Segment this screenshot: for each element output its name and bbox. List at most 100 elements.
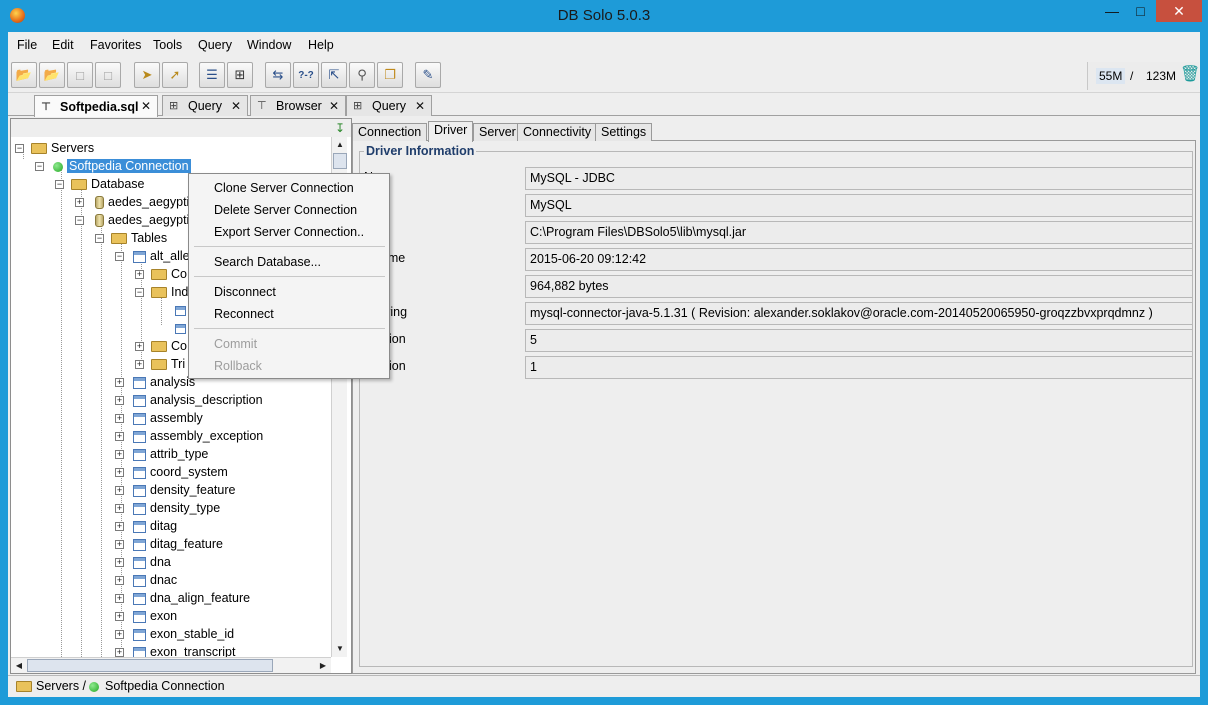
tree-node-connection[interactable]: − Softpedia Connection [35, 157, 191, 175]
new-connection-button[interactable]: ➤ [134, 62, 160, 88]
tab-server[interactable]: Server [473, 123, 522, 141]
menu-item-disconnect[interactable]: Disconnect [214, 282, 276, 302]
tree-node-table[interactable]: + ditag_feature [115, 535, 223, 553]
close-tab-icon[interactable]: ✕ [141, 99, 151, 113]
menu-tools[interactable]: Tools [153, 38, 182, 52]
menu-file[interactable]: File [17, 38, 37, 52]
menu-item-reconnect[interactable]: Reconnect [214, 304, 274, 324]
edit-connection-button[interactable]: ➚ [162, 62, 188, 88]
tab-connectivity[interactable]: Connectivity [517, 123, 598, 141]
expand-icon[interactable]: + [115, 612, 124, 621]
scroll-right-arrow-icon[interactable]: ▶ [315, 658, 331, 674]
collapse-icon[interactable]: − [95, 234, 104, 243]
tab-browser[interactable]: ⊤ Browser ✕ [250, 95, 346, 116]
garbage-collect-icon[interactable]: 🗑 [1180, 66, 1200, 84]
close-tab-icon[interactable]: ✕ [329, 99, 339, 113]
expand-icon[interactable]: + [115, 468, 124, 477]
expand-icon[interactable]: + [115, 648, 124, 657]
tree-node-table[interactable]: + dnac [115, 571, 177, 589]
expand-icon[interactable]: + [75, 198, 84, 207]
tree-node-table[interactable]: + exon_stable_id [115, 625, 234, 643]
close-tab-icon[interactable]: ✕ [415, 99, 425, 113]
collapse-icon[interactable]: − [55, 180, 64, 189]
expand-icon[interactable]: + [115, 432, 124, 441]
tree-node-schema[interactable]: + aedes_aegypti [75, 193, 189, 211]
tree-node-table[interactable]: + ditag [115, 517, 177, 535]
table-grid-button[interactable]: ⊞ [227, 62, 253, 88]
tree-node-table[interactable]: + assembly [115, 409, 203, 427]
sql-button[interactable]: ✎ [415, 62, 441, 88]
expand-icon[interactable]: + [115, 486, 124, 495]
scroll-left-arrow-icon[interactable]: ◀ [11, 658, 27, 674]
collapse-all-icon[interactable]: ↧ [335, 121, 345, 135]
menu-window[interactable]: Window [247, 38, 291, 52]
expand-icon[interactable]: + [115, 522, 124, 531]
tab-settings[interactable]: Settings [595, 123, 653, 141]
menu-item-clone-connection[interactable]: Clone Server Connection [214, 178, 354, 198]
minimize-button[interactable]: — [1097, 0, 1127, 22]
connect-button[interactable]: ⇱ [321, 62, 347, 88]
tab-driver[interactable]: Driver [428, 121, 474, 142]
menu-help[interactable]: Help [308, 38, 334, 52]
tree-node-table[interactable]: + dna_align_feature [115, 589, 250, 607]
search-button[interactable]: ⚲ [349, 62, 375, 88]
menu-favorites[interactable]: Favorites [90, 38, 141, 52]
copy-button[interactable]: ❐ [377, 62, 403, 88]
status-path-root[interactable]: Servers / [36, 679, 86, 693]
expand-icon[interactable]: + [115, 378, 124, 387]
tree-node-table[interactable]: + assembly_exception [115, 427, 263, 445]
scroll-down-arrow-icon[interactable]: ▼ [332, 641, 348, 657]
tree-node-table[interactable]: + exon [115, 607, 177, 625]
close-tab-icon[interactable]: ✕ [231, 99, 241, 113]
menu-item-delete-connection[interactable]: Delete Server Connection [214, 200, 357, 220]
tree-node-columns[interactable]: + Co [135, 265, 187, 283]
tree-button[interactable]: ☰ [199, 62, 225, 88]
expand-icon[interactable]: + [115, 450, 124, 459]
menu-item-export-connection[interactable]: Export Server Connection.. [214, 222, 364, 242]
expand-icon[interactable]: + [135, 360, 144, 369]
tree-node-table[interactable]: + density_feature [115, 481, 235, 499]
expand-icon[interactable]: + [115, 396, 124, 405]
expand-icon[interactable]: + [115, 630, 124, 639]
tab-connection[interactable]: Connection [352, 123, 428, 141]
menu-edit[interactable]: Edit [52, 38, 74, 52]
tab-query-2[interactable]: ⊞ Query ✕ [346, 95, 432, 116]
collapse-icon[interactable]: − [115, 252, 124, 261]
tree-horizontal-scrollbar[interactable]: ◀ ▶ [11, 657, 331, 673]
expand-icon[interactable]: + [115, 540, 124, 549]
tree-node-table[interactable]: + density_type [115, 499, 220, 517]
expand-icon[interactable]: + [115, 576, 124, 585]
status-connection[interactable]: Softpedia Connection [105, 679, 225, 693]
collapse-icon[interactable]: − [15, 144, 24, 153]
scroll-up-arrow-icon[interactable]: ▲ [332, 137, 348, 153]
expand-icon[interactable]: + [115, 504, 124, 513]
compare-button[interactable]: ⇆ [265, 62, 291, 88]
tab-softpedia-sql[interactable]: ⊤ Softpedia.sql ✕ [34, 95, 158, 117]
tree-node-table[interactable]: + exon_transcript [115, 643, 235, 657]
tree-node-table[interactable]: + coord_system [115, 463, 228, 481]
expand-icon[interactable]: + [135, 342, 144, 351]
save-button[interactable]: □ [67, 62, 93, 88]
save-all-button[interactable]: □ [95, 62, 121, 88]
expand-icon[interactable]: + [115, 558, 124, 567]
tab-query-1[interactable]: ⊞ Query ✕ [162, 95, 248, 116]
tree-node-indexes[interactable]: − Ind [135, 283, 188, 301]
tree-node-table[interactable]: − alt_alle [115, 247, 190, 265]
collapse-icon[interactable]: − [75, 216, 84, 225]
menu-item-search-database[interactable]: Search Database... [214, 252, 321, 272]
close-button[interactable]: ✕ [1156, 0, 1202, 22]
collapse-icon[interactable]: − [35, 162, 44, 171]
scroll-thumb[interactable] [333, 153, 347, 169]
tree-node-constraints[interactable]: + Co [135, 337, 187, 355]
tree-node-tables[interactable]: − Tables [95, 229, 167, 247]
expand-icon[interactable]: + [115, 594, 124, 603]
tree-node-table[interactable]: + analysis [115, 373, 195, 391]
menu-query[interactable]: Query [198, 38, 232, 52]
tree-node-schema[interactable]: − aedes_aegypti [75, 211, 189, 229]
expand-icon[interactable]: + [115, 414, 124, 423]
tree-node-table[interactable]: + attrib_type [115, 445, 208, 463]
query-builder-button[interactable]: ?-? [293, 62, 319, 88]
tree-node-table[interactable]: + dna [115, 553, 171, 571]
open-remote-button[interactable]: 📂 [39, 62, 65, 88]
open-button[interactable]: 📂 [11, 62, 37, 88]
